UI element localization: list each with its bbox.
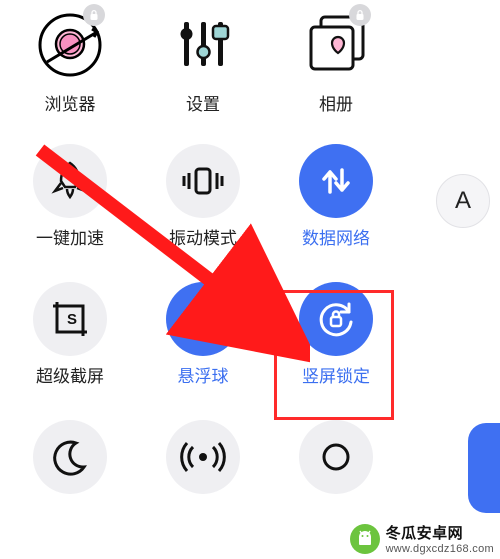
toggle-speedup[interactable]: 一键加速 [6, 144, 134, 274]
quick-panel-grid: 浏览器 设置 相册 [0, 0, 500, 550]
settings-icon [164, 6, 242, 84]
app-label: 相册 [319, 90, 353, 115]
tutorial-highlight [274, 290, 394, 420]
screenshot-icon: S [33, 282, 107, 356]
lock-icon [349, 4, 371, 26]
lock-icon [83, 4, 105, 26]
watermark-title: 冬瓜安卓网 [386, 522, 494, 543]
svg-text:S: S [67, 311, 77, 328]
gallery-icon [297, 6, 375, 84]
vibrate-icon [166, 144, 240, 218]
toggle-label: 一键加速 [36, 224, 104, 249]
browser-icon [31, 6, 109, 84]
watermark-url: www.dgxcdz168.com [386, 543, 494, 555]
toggle-label: 振动模式 [169, 224, 237, 249]
toggle-super-screenshot[interactable]: S 超级截屏 [6, 282, 134, 412]
hotspot-icon [166, 420, 240, 494]
font-size-button[interactable]: A [436, 174, 490, 228]
app-gallery[interactable]: 相册 [272, 6, 400, 136]
app-label: 设置 [186, 90, 220, 115]
watermark: 冬瓜安卓网 www.dgxcdz168.com [350, 522, 494, 555]
right-sidebar: A [426, 160, 500, 228]
toggle-label: 超级截屏 [36, 362, 104, 387]
toggle-hotspot[interactable] [139, 420, 267, 550]
app-browser[interactable]: 浏览器 [6, 6, 134, 136]
toggle-label: 数据网络 [302, 224, 370, 249]
rocket-icon [33, 144, 107, 218]
font-size-letter: A [455, 187, 471, 215]
toggle-vibrate[interactable]: 振动模式 [139, 144, 267, 274]
side-handle[interactable] [468, 423, 500, 513]
android-icon [350, 524, 380, 554]
toggle-mobile-data[interactable]: 数据网络 [272, 144, 400, 274]
app-label: 浏览器 [45, 90, 96, 115]
generic-toggle-icon [299, 420, 373, 494]
toggle-float-ball[interactable]: 悬浮球 [139, 282, 267, 412]
app-settings[interactable]: 设置 [139, 6, 267, 136]
data-arrows-icon [299, 144, 373, 218]
moon-icon [33, 420, 107, 494]
target-icon [166, 282, 240, 356]
toggle-night-mode[interactable] [6, 420, 134, 550]
toggle-label: 悬浮球 [178, 362, 229, 387]
